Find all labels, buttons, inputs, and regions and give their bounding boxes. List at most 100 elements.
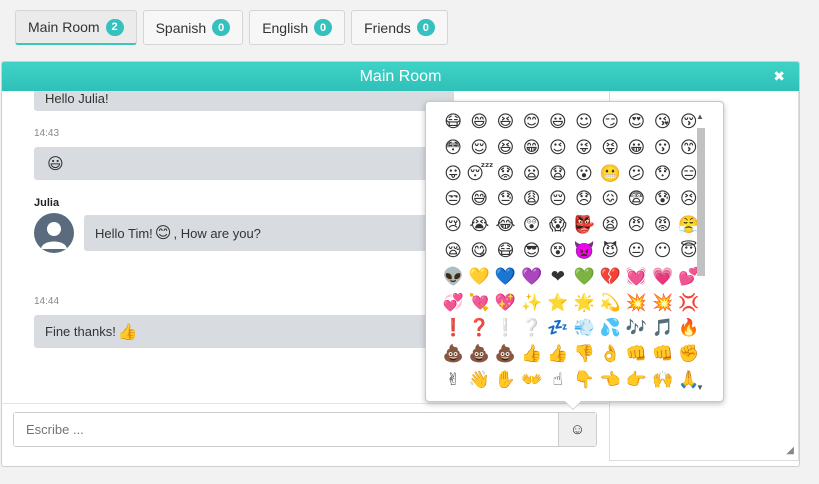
emoji-option[interactable]: 😵	[545, 239, 571, 265]
emoji-option[interactable]: ✌	[440, 368, 466, 394]
tab-english[interactable]: English 0	[249, 10, 346, 45]
emoji-option[interactable]: 😜	[571, 136, 597, 162]
emoji-option[interactable]: 😉	[545, 136, 571, 162]
emoji-option[interactable]: 💞	[440, 291, 466, 317]
emoji-option[interactable]: 💩	[492, 342, 518, 368]
emoji-option[interactable]: 😨	[623, 187, 649, 213]
message-input[interactable]	[14, 413, 558, 446]
emoji-option[interactable]: 👇	[571, 368, 597, 394]
picker-scrollbar[interactable]: ▲ ▼	[695, 112, 707, 392]
emoji-option[interactable]: ❗	[440, 316, 466, 342]
emoji-option[interactable]: 💥	[623, 291, 649, 317]
emoji-option[interactable]: 😯	[650, 162, 676, 188]
emoji-option[interactable]: ⭐	[545, 291, 571, 317]
emoji-option[interactable]: 💫	[597, 291, 623, 317]
emoji-option[interactable]: 👽	[440, 265, 466, 291]
emoji-option[interactable]: 👿	[571, 239, 597, 265]
close-icon[interactable]: ✖	[773, 62, 785, 91]
emoji-option[interactable]: 😆	[492, 136, 518, 162]
emoji-option[interactable]: 💤	[545, 316, 571, 342]
emoji-option[interactable]: 😠	[623, 213, 649, 239]
emoji-option[interactable]: 💚	[571, 265, 597, 291]
emoji-option[interactable]: 😍	[623, 110, 649, 136]
emoji-option[interactable]: 😔	[545, 187, 571, 213]
emoji-option[interactable]: 💩	[440, 342, 466, 368]
emoji-option[interactable]: 💗	[650, 265, 676, 291]
emoji-option[interactable]: ✨	[519, 291, 545, 317]
emoji-option[interactable]: 😖	[597, 187, 623, 213]
tab-friends[interactable]: Friends 0	[351, 10, 448, 45]
emoji-option[interactable]: ☝	[545, 368, 571, 394]
scroll-thumb[interactable]	[697, 128, 705, 276]
emoji-option[interactable]: 💓	[623, 265, 649, 291]
emoji-option[interactable]: 😃	[545, 110, 571, 136]
emoji-option[interactable]: 💘	[466, 291, 492, 317]
emoji-option[interactable]: 😬	[597, 162, 623, 188]
emoji-option[interactable]: 😪	[440, 239, 466, 265]
emoji-option[interactable]: 💦	[597, 316, 623, 342]
emoji-option[interactable]: 😳	[440, 136, 466, 162]
emoji-option[interactable]: 🌟	[571, 291, 597, 317]
emoji-option[interactable]: 💛	[466, 265, 492, 291]
emoji-option[interactable]: 🙌	[650, 368, 676, 394]
emoji-option[interactable]: 😲	[519, 213, 545, 239]
emoji-option[interactable]: 👍	[545, 342, 571, 368]
emoji-option[interactable]: 👍	[519, 342, 545, 368]
emoji-option[interactable]: ❓	[466, 316, 492, 342]
emoji-option[interactable]: 😶	[650, 239, 676, 265]
emoji-option[interactable]: 👉	[623, 368, 649, 394]
tab-spanish[interactable]: Spanish 0	[142, 10, 244, 45]
emoji-option[interactable]: ❕	[492, 316, 518, 342]
emoji-option[interactable]: 😄	[466, 110, 492, 136]
emoji-option[interactable]: 🎵	[650, 316, 676, 342]
emoji-option[interactable]: 👎	[571, 342, 597, 368]
emoji-option[interactable]: 😈	[597, 239, 623, 265]
emoji-option[interactable]: 👺	[571, 213, 597, 239]
scroll-up-icon[interactable]: ▲	[696, 112, 704, 121]
emoji-option[interactable]: 🎶	[623, 316, 649, 342]
emoji-option[interactable]: 😊	[519, 110, 545, 136]
emoji-option[interactable]: ☺	[571, 110, 597, 136]
emoji-option[interactable]: 😆	[492, 110, 518, 136]
emoji-option[interactable]: 😡	[650, 213, 676, 239]
emoji-option[interactable]: 👌	[597, 342, 623, 368]
emoji-option[interactable]: 💨	[571, 316, 597, 342]
emoji-option[interactable]: 👋	[466, 368, 492, 394]
emoji-option[interactable]: 👊	[650, 342, 676, 368]
emoji-option[interactable]: 😛	[440, 162, 466, 188]
emoji-option[interactable]: 😷	[440, 110, 466, 136]
emoji-option[interactable]: 😭	[466, 213, 492, 239]
emoji-option[interactable]: ✋	[492, 368, 518, 394]
emoji-option[interactable]: 😱	[545, 213, 571, 239]
emoji-option[interactable]: 👐	[519, 368, 545, 394]
emoji-option[interactable]: 👈	[597, 368, 623, 394]
emoji-option[interactable]: 😕	[623, 162, 649, 188]
emoji-option[interactable]: 💩	[466, 342, 492, 368]
resize-grip-icon[interactable]: ◢	[786, 445, 794, 456]
emoji-picker-button[interactable]: ☺	[558, 413, 596, 446]
emoji-option[interactable]: 😋	[466, 239, 492, 265]
emoji-option[interactable]: 💖	[492, 291, 518, 317]
emoji-option[interactable]: 😐	[623, 239, 649, 265]
emoji-option[interactable]: 😟	[492, 162, 518, 188]
tab-main-room[interactable]: Main Room 2	[15, 10, 137, 45]
emoji-option[interactable]: ❤	[545, 265, 571, 291]
emoji-option[interactable]: 😞	[571, 187, 597, 213]
emoji-option[interactable]: 😀	[623, 136, 649, 162]
emoji-option[interactable]: 😓	[492, 187, 518, 213]
emoji-option[interactable]: 😰	[650, 187, 676, 213]
emoji-option[interactable]: 😧	[545, 162, 571, 188]
emoji-option[interactable]: 😩	[519, 187, 545, 213]
emoji-option[interactable]: 😷	[492, 239, 518, 265]
emoji-option[interactable]: 😁	[519, 136, 545, 162]
emoji-option[interactable]: 💔	[597, 265, 623, 291]
emoji-option[interactable]: 😂	[492, 213, 518, 239]
emoji-option[interactable]: 💙	[492, 265, 518, 291]
emoji-option[interactable]: 😝	[597, 136, 623, 162]
emoji-option[interactable]: 😦	[519, 162, 545, 188]
emoji-option[interactable]: 😌	[466, 136, 492, 162]
emoji-option[interactable]: 💜	[519, 265, 545, 291]
scroll-down-icon[interactable]: ▼	[696, 383, 704, 392]
emoji-option[interactable]: 😅	[466, 187, 492, 213]
emoji-option[interactable]: 😏	[597, 110, 623, 136]
